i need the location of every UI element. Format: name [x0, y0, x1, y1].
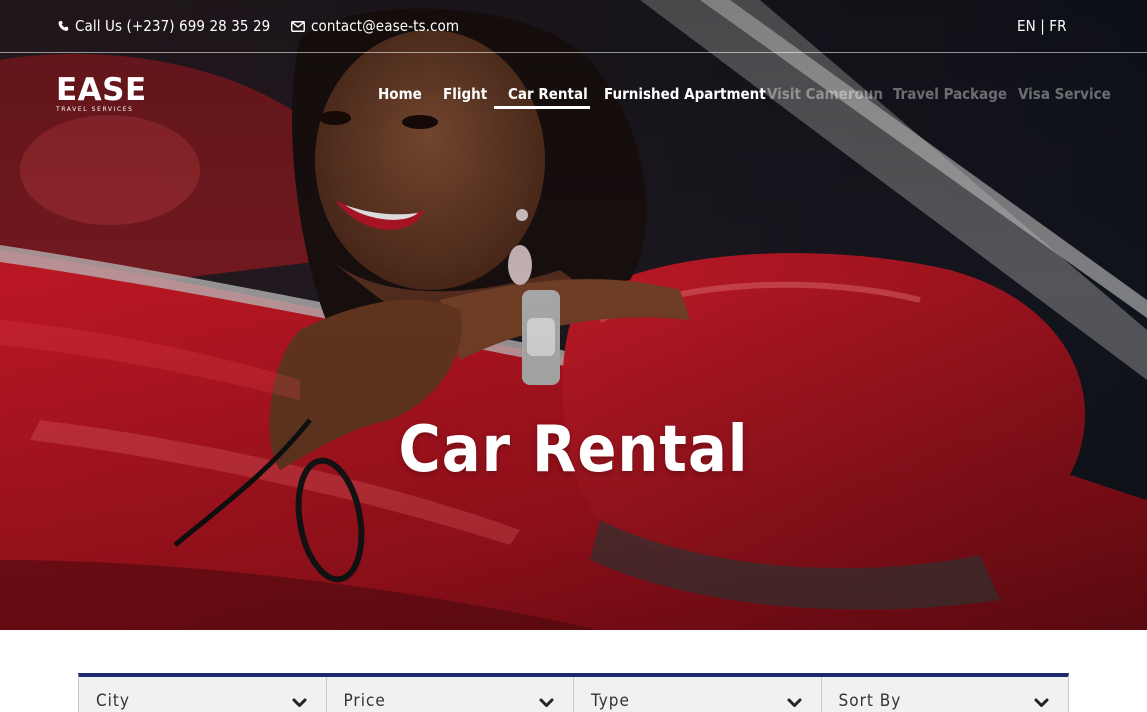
nav-item-home[interactable]: Home: [378, 84, 422, 104]
city-filter[interactable]: City: [79, 677, 327, 712]
envelope-icon: [291, 20, 305, 32]
chevron-down-icon: [787, 698, 801, 707]
nav-item-flight[interactable]: Flight: [443, 84, 487, 104]
nav-active-indicator: [494, 106, 590, 109]
phone-contact[interactable]: Call Us (+237) 699 28 35 29: [58, 17, 270, 35]
language-switcher[interactable]: EN | FR: [1017, 17, 1067, 35]
page-title: Car Rental: [398, 413, 749, 487]
hero-banner: Call Us (+237) 699 28 35 29 contact@ease…: [0, 0, 1147, 630]
city-filter-label: City: [96, 691, 130, 711]
email-contact[interactable]: contact@ease-ts.com: [291, 17, 459, 35]
sort-by-filter[interactable]: Sort By: [821, 677, 1068, 712]
chevron-down-icon: [539, 698, 554, 707]
sort-by-filter-label: Sort By: [838, 691, 902, 711]
price-filter[interactable]: Price: [326, 677, 574, 712]
nav-item-travel-package[interactable]: Travel Package: [893, 84, 1007, 104]
chevron-down-icon: [1034, 698, 1049, 707]
top-bar: Call Us (+237) 699 28 35 29 contact@ease…: [0, 0, 1147, 53]
nav-item-visa-service[interactable]: Visa Service: [1018, 84, 1111, 104]
type-filter-label: Type: [591, 691, 630, 711]
main-nav: Home Flight Car Rental Furnished Apartme…: [0, 84, 1147, 112]
language-text: EN | FR: [1017, 17, 1067, 35]
nav-item-visit-cameroun[interactable]: Visit Cameroun: [767, 84, 883, 104]
price-filter-label: Price: [343, 691, 386, 711]
nav-item-car-rental[interactable]: Car Rental: [508, 84, 588, 104]
type-filter[interactable]: Type: [574, 677, 822, 712]
nav-item-furnished-apartment[interactable]: Furnished Apartment: [604, 84, 766, 104]
filter-bar: City Price Type Sort By: [78, 673, 1069, 712]
email-text: contact@ease-ts.com: [311, 17, 460, 35]
chevron-down-icon: [292, 698, 306, 707]
phone-icon: [58, 20, 69, 31]
phone-text: Call Us (+237) 699 28 35 29: [75, 17, 271, 35]
